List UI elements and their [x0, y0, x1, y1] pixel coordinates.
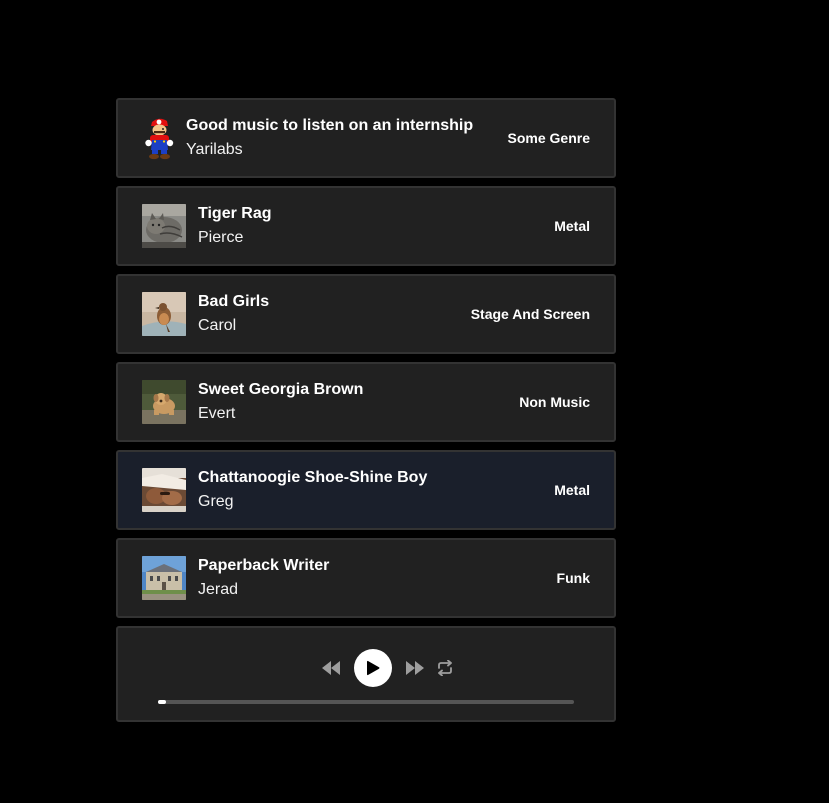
- play-icon[interactable]: [354, 649, 392, 687]
- repeat-icon[interactable]: [434, 660, 456, 676]
- track-artist: Greg: [198, 493, 234, 510]
- track-genre: Some Genre: [507, 130, 590, 146]
- track-title: Sweet Georgia Brown: [198, 381, 364, 398]
- track-info: Chattanoogie Shoe-Shine Boy Greg: [198, 467, 554, 513]
- track-genre: Stage And Screen: [470, 306, 590, 322]
- track-title: Good music to listen on an internship: [186, 117, 474, 134]
- track-card[interactable]: Paperback Writer Jerad Funk: [116, 538, 616, 618]
- track-genre: Metal: [554, 482, 590, 498]
- track-card[interactable]: Sweet Georgia Brown Evert Non Music: [116, 362, 616, 442]
- cat-photo: [142, 204, 186, 248]
- music-app: Good music to listen on an internship Ya…: [116, 98, 616, 722]
- fast-forward-icon[interactable]: [404, 661, 426, 675]
- track-info: Tiger Rag Pierce: [198, 203, 554, 249]
- player-controls: [118, 648, 614, 688]
- progress-fill: [158, 700, 167, 704]
- bird-photo: [142, 292, 186, 336]
- track-title: Paperback Writer: [198, 557, 330, 574]
- track-title: Bad Girls: [198, 293, 270, 310]
- track-artist: Yarilabs: [186, 141, 243, 158]
- track-card[interactable]: Good music to listen on an internship Ya…: [116, 98, 616, 178]
- track-info: Paperback Writer Jerad: [198, 555, 557, 601]
- dog-photo: [142, 380, 186, 424]
- track-card-active[interactable]: Chattanoogie Shoe-Shine Boy Greg Metal: [116, 450, 616, 530]
- track-artist: Evert: [198, 405, 236, 422]
- audio-player: [116, 626, 616, 722]
- track-card[interactable]: Tiger Rag Pierce Metal: [116, 186, 616, 266]
- track-genre: Non Music: [519, 394, 590, 410]
- track-info: Sweet Georgia Brown Evert: [198, 379, 519, 425]
- track-card[interactable]: Bad Girls Carol Stage And Screen: [116, 274, 616, 354]
- track-info: Bad Girls Carol: [198, 291, 471, 337]
- mario-mascot-icon: [144, 116, 174, 160]
- track-info: Good music to listen on an internship Ya…: [186, 115, 508, 161]
- track-artist: Jerad: [198, 581, 239, 598]
- progress-bar[interactable]: [158, 700, 574, 704]
- track-artist: Carol: [198, 317, 237, 334]
- track-title: Tiger Rag: [198, 205, 272, 222]
- building-photo: [142, 556, 186, 600]
- track-artist: Pierce: [198, 229, 244, 246]
- track-title: Chattanoogie Shoe-Shine Boy: [198, 469, 428, 486]
- hands-photo: [142, 468, 186, 512]
- rewind-icon[interactable]: [320, 661, 342, 675]
- track-genre: Metal: [554, 218, 590, 234]
- track-genre: Funk: [556, 570, 590, 586]
